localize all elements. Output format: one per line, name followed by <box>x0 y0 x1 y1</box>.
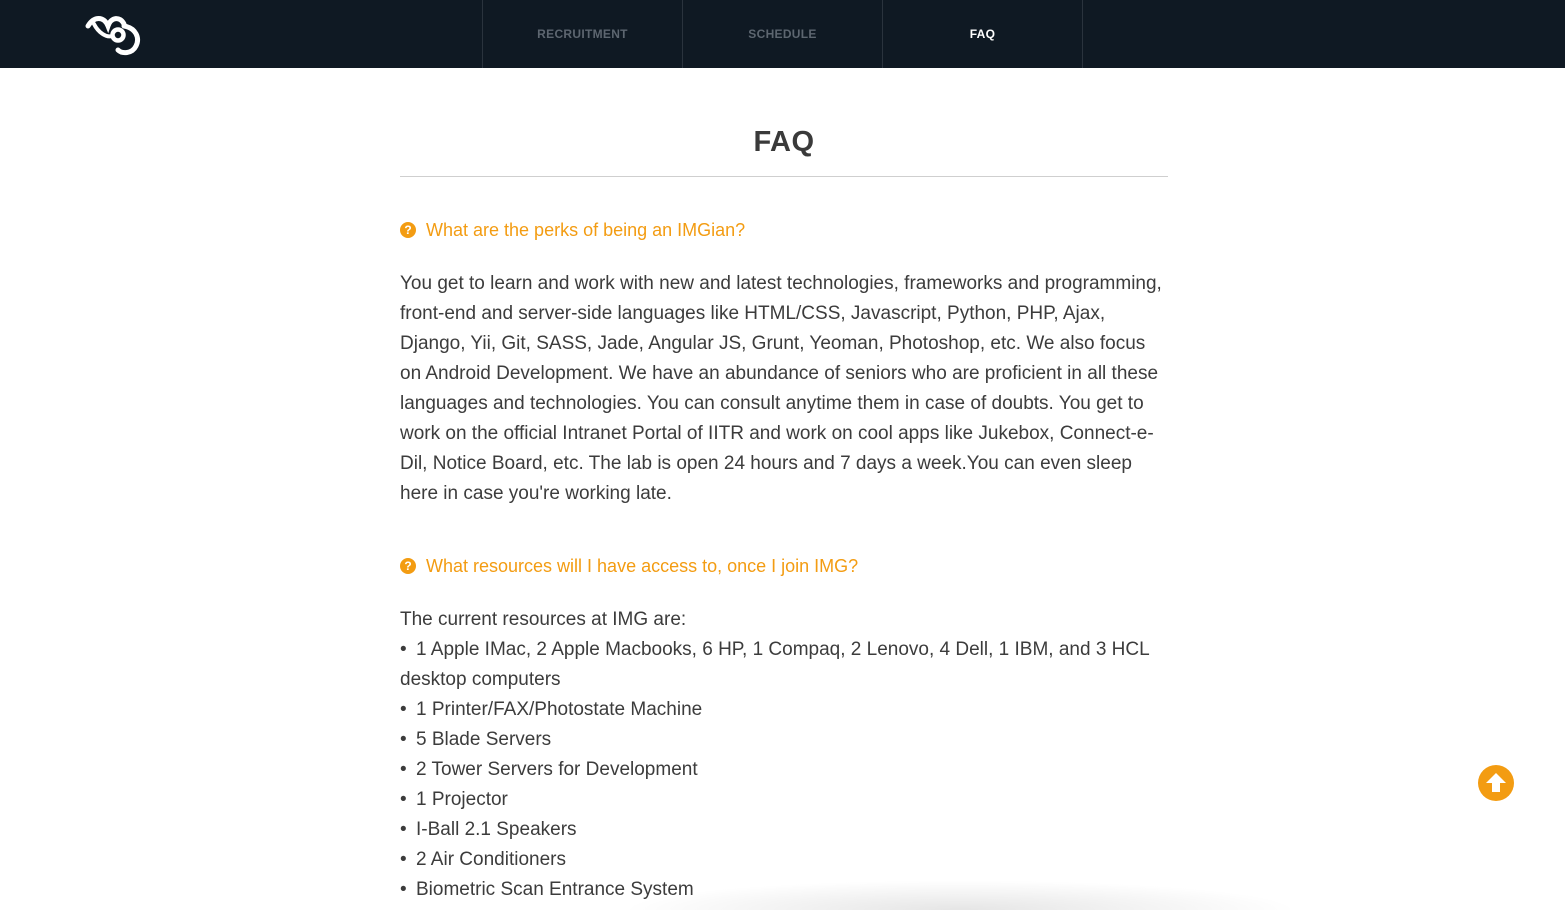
scroll-to-top-button[interactable] <box>1478 765 1514 801</box>
bullet: • <box>400 819 407 840</box>
bullet: • <box>400 759 407 780</box>
faq-content: FAQ ? What are the perks of being an IMG… <box>400 68 1168 905</box>
bullet: • <box>400 879 407 900</box>
bullet: • <box>400 849 407 870</box>
list-item: • 1 Printer/FAX/Photostate Machine <box>400 695 1168 725</box>
title-divider <box>400 176 1168 177</box>
page-title: FAQ <box>753 126 815 158</box>
main-nav: RECRUITMENT SCHEDULE FAQ <box>482 0 1083 68</box>
question-circle-icon: ? <box>400 558 416 574</box>
img-logo-icon[interactable] <box>84 12 142 58</box>
top-navbar: RECRUITMENT SCHEDULE FAQ <box>0 0 1565 68</box>
list-item: • 2 Air Conditioners <box>400 845 1168 875</box>
faq-question-text: What are the perks of being an IMGian? <box>426 220 746 240</box>
nav-item-schedule[interactable]: SCHEDULE <box>683 0 883 68</box>
resources-list: • 1 Apple IMac, 2 Apple Macbooks, 6 HP, 1… <box>400 635 1168 905</box>
nav-item-recruitment[interactable]: RECRUITMENT <box>483 0 683 68</box>
faq-answer-resources: The current resources at IMG are: • 1 App… <box>400 605 1168 905</box>
nav-item-faq[interactable]: FAQ <box>883 0 1083 68</box>
faq-question-perks[interactable]: ? What are the perks of being an IMGian? <box>400 218 1168 242</box>
bullet: • <box>400 789 407 810</box>
bullet: • <box>400 639 407 660</box>
faq-question-text: What resources will I have access to, on… <box>426 556 859 576</box>
question-circle-icon: ? <box>400 222 416 238</box>
bullet: • <box>400 699 407 720</box>
list-item: • 2 Tower Servers for Development <box>400 755 1168 785</box>
list-item: • Biometric Scan Entrance System <box>400 875 1168 905</box>
bullet: • <box>400 729 407 750</box>
list-item: • 1 Projector <box>400 785 1168 815</box>
list-item: • I-Ball 2.1 Speakers <box>400 815 1168 845</box>
list-item: • 5 Blade Servers <box>400 725 1168 755</box>
resources-intro: The current resources at IMG are: <box>400 609 687 630</box>
list-item: • 1 Apple IMac, 2 Apple Macbooks, 6 HP, 1… <box>400 635 1168 695</box>
faq-answer-perks: You get to learn and work with new and l… <box>400 273 1162 504</box>
arrow-up-circle-icon <box>1486 773 1506 792</box>
faq-question-resources[interactable]: ? What resources will I have access to, … <box>400 554 1168 578</box>
